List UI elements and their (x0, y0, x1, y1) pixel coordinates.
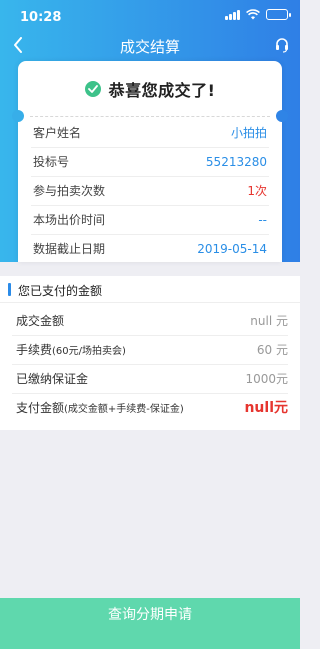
signal-icon (225, 9, 240, 20)
info-value: 2019-05-14 (197, 242, 267, 256)
payment-row-deposit: 已缴纳保证金 1000元 (12, 365, 288, 394)
query-installment-button[interactable]: 查询分期申请 (0, 598, 300, 649)
payment-row-total: 支付金额(成交金额+手续费-保证金) null元 (12, 394, 288, 423)
info-label: 参与拍卖次数 (33, 184, 106, 198)
payment-label: 已缴纳保证金 (16, 372, 89, 386)
info-list: 客户姓名 小拍拍 投标号 55213280 参与拍卖次数 1次 本场出价时间 -… (18, 119, 282, 264)
payment-value: null 元 (250, 314, 288, 328)
payment-total-value: null元 (244, 400, 288, 416)
info-value: 1次 (247, 184, 267, 198)
info-row-bid-time: 本场出价时间 -- (31, 206, 269, 235)
status-time: 10:28 (20, 10, 62, 25)
congrats-title: 恭喜您成交了! (108, 80, 216, 100)
payment-header: 您已支付的金额 (0, 276, 300, 303)
check-icon (84, 80, 101, 97)
payment-row-deal-amount: 成交金额 null 元 (12, 307, 288, 336)
info-label: 投标号 (33, 155, 70, 169)
payment-row-fee: 手续费(60元/场拍卖会) 60 元 (12, 336, 288, 365)
card-header: 恭喜您成交了! (18, 61, 282, 116)
info-label: 客户姓名 (33, 126, 82, 140)
payment-title: 您已支付的金额 (18, 284, 103, 298)
payment-section: 您已支付的金额 成交金额 null 元 手续费(60元/场拍卖会) 60 元 已… (0, 276, 300, 430)
payment-label: 支付金额(成交金额+手续费-保证金) (16, 401, 184, 415)
payment-value: 60 元 (256, 343, 288, 357)
page-title: 成交结算 (119, 38, 180, 56)
info-row-auction-count: 参与拍卖次数 1次 (31, 177, 269, 206)
info-value: 55213280 (205, 155, 267, 169)
headset-icon[interactable] (272, 34, 292, 56)
info-row-customer-name: 客户姓名 小拍拍 (31, 119, 269, 148)
info-row-data-cutoff-date: 数据截止日期 2019-05-14 (31, 235, 269, 264)
wifi-icon (246, 9, 260, 20)
info-label: 数据截止日期 (33, 242, 106, 256)
payment-label: 手续费(60元/场拍卖会) (16, 343, 126, 357)
payment-label: 成交金额 (16, 314, 65, 328)
battery-icon (266, 9, 291, 20)
nav-bar: 成交结算 (0, 34, 300, 60)
payment-value: 1000元 (245, 372, 288, 386)
status-icons (225, 9, 291, 20)
info-value: 小拍拍 (230, 126, 267, 140)
info-label: 本场出价时间 (33, 213, 106, 227)
info-row-bid-number: 投标号 55213280 (31, 148, 269, 177)
info-value: -- (258, 213, 267, 227)
accent-bar (8, 283, 11, 296)
dashed-divider (30, 116, 270, 117)
status-bar: 10:28 (0, 0, 300, 34)
deal-summary-card: 恭喜您成交了! 客户姓名 小拍拍 投标号 55213280 参与拍卖次数 1次 … (12, 61, 288, 264)
